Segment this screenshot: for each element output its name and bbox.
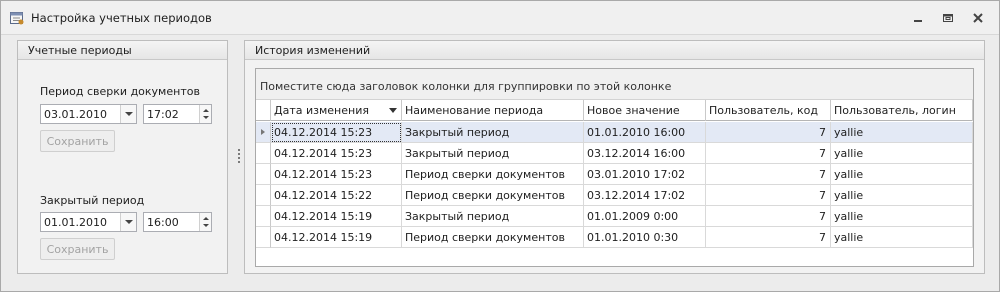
closed-save-button[interactable]: Сохранить [40,238,115,260]
row-indicator[interactable] [256,122,271,143]
current-row-icon [261,129,265,135]
new-value-cell[interactable]: 03.12.2014 16:00 [584,143,706,164]
calendar-settings-icon [10,11,24,25]
history-panel: История изменений Поместите сюда заголов… [244,40,985,274]
time-spin-icon[interactable] [199,105,211,123]
user-login-cell[interactable]: yallie [831,164,973,185]
reconcile-date-value: 03.01.2010 [44,108,107,121]
accounting-periods-header: Учетные периоды [18,41,227,60]
time-spin-icon[interactable] [199,213,211,231]
column-header-new-value[interactable]: Новое значение [584,100,706,121]
accounting-periods-panel: Учетные периоды Период сверки документов… [17,40,228,274]
reconcile-date-input[interactable]: 03.01.2010 [40,104,137,124]
title-bar: Настройка учетных периодов [1,1,999,35]
change-date-cell[interactable]: 04.12.2014 15:19 [271,227,402,248]
row-indicator[interactable] [256,227,271,248]
user-login-cell[interactable]: yallie [831,122,973,143]
panel-splitter-handle[interactable] [238,149,241,165]
change-date-cell[interactable]: 04.12.2014 15:23 [271,122,402,143]
user-code-cell[interactable]: 7 [706,185,831,206]
window-title: Настройка учетных периодов [31,11,212,25]
period-name-cell[interactable]: Период сверки документов [402,185,584,206]
user-code-cell[interactable]: 7 [706,122,831,143]
column-header-change-date[interactable]: Дата изменения [271,100,402,121]
table-row[interactable]: 04.12.2014 15:19 Период сверки документов… [256,227,973,248]
row-indicator[interactable] [256,143,271,164]
new-value-cell[interactable]: 01.01.2010 16:00 [584,122,706,143]
user-login-cell[interactable]: yallie [831,185,973,206]
user-login-cell[interactable]: yallie [831,227,973,248]
new-value-cell[interactable]: 03.12.2014 17:02 [584,185,706,206]
row-indicator[interactable] [256,206,271,227]
reconcile-period-label: Период сверки документов [40,85,200,98]
history-header: История изменений [245,41,984,60]
change-date-cell[interactable]: 04.12.2014 15:19 [271,206,402,227]
change-date-cell[interactable]: 04.12.2014 15:23 [271,164,402,185]
restore-icon[interactable] [942,12,954,24]
user-login-cell[interactable]: yallie [831,143,973,164]
new-value-cell[interactable]: 03.01.2010 17:02 [584,164,706,185]
chevron-down-icon[interactable] [120,105,136,123]
column-header-label: Дата изменения [274,104,369,117]
closed-date-value: 01.01.2010 [44,216,107,229]
reconcile-time-value: 17:02 [147,108,179,121]
user-code-cell[interactable]: 7 [706,206,831,227]
history-grid[interactable]: Поместите сюда заголовок колонки для гру… [255,68,974,267]
period-name-cell[interactable]: Закрытый период [402,206,584,227]
column-header-user-login[interactable]: Пользователь, логин [831,100,973,121]
group-by-panel[interactable]: Поместите сюда заголовок колонки для гру… [256,69,973,100]
user-login-cell[interactable]: yallie [831,206,973,227]
period-name-cell[interactable]: Период сверки документов [402,227,584,248]
closed-date-input[interactable]: 01.01.2010 [40,212,137,232]
table-row[interactable]: 04.12.2014 15:23 Период сверки документов… [256,164,973,185]
row-indicator[interactable] [256,164,271,185]
new-value-cell[interactable]: 01.01.2010 0:30 [584,227,706,248]
close-icon[interactable] [972,12,984,24]
change-date-cell[interactable]: 04.12.2014 15:23 [271,143,402,164]
column-header-user-code[interactable]: Пользователь, код [706,100,831,121]
minimize-icon[interactable] [912,12,924,24]
period-name-cell[interactable]: Закрытый период [402,143,584,164]
sort-descending-icon [389,108,397,113]
change-date-cell[interactable]: 04.12.2014 15:22 [271,185,402,206]
reconcile-time-input[interactable]: 17:02 [143,104,212,124]
user-code-cell[interactable]: 7 [706,227,831,248]
reconcile-save-button[interactable]: Сохранить [40,130,115,152]
table-row[interactable]: 04.12.2014 15:23 Закрытый период 03.12.201… [256,143,973,164]
main-window: Настройка учетных периодов Учетные перио… [0,0,1000,292]
grid-header-row: Дата изменения Наименование периода Ново… [256,100,973,121]
user-code-cell[interactable]: 7 [706,164,831,185]
period-name-cell[interactable]: Период сверки документов [402,164,584,185]
table-row[interactable]: 04.12.2014 15:22 Период сверки документов… [256,185,973,206]
table-row[interactable]: 04.12.2014 15:23 Закрытый период 01.01.201… [256,122,973,143]
closed-time-input[interactable]: 16:00 [143,212,212,232]
row-indicator[interactable] [256,185,271,206]
column-header-period-name[interactable]: Наименование периода [402,100,584,121]
chevron-down-icon[interactable] [120,213,136,231]
table-row[interactable]: 04.12.2014 15:19 Закрытый период 01.01.200… [256,206,973,227]
closed-time-value: 16:00 [147,216,179,229]
row-indicator-header [256,100,271,121]
period-name-cell[interactable]: Закрытый период [402,122,584,143]
user-code-cell[interactable]: 7 [706,143,831,164]
new-value-cell[interactable]: 01.01.2009 0:00 [584,206,706,227]
closed-period-label: Закрытый период [40,194,145,207]
